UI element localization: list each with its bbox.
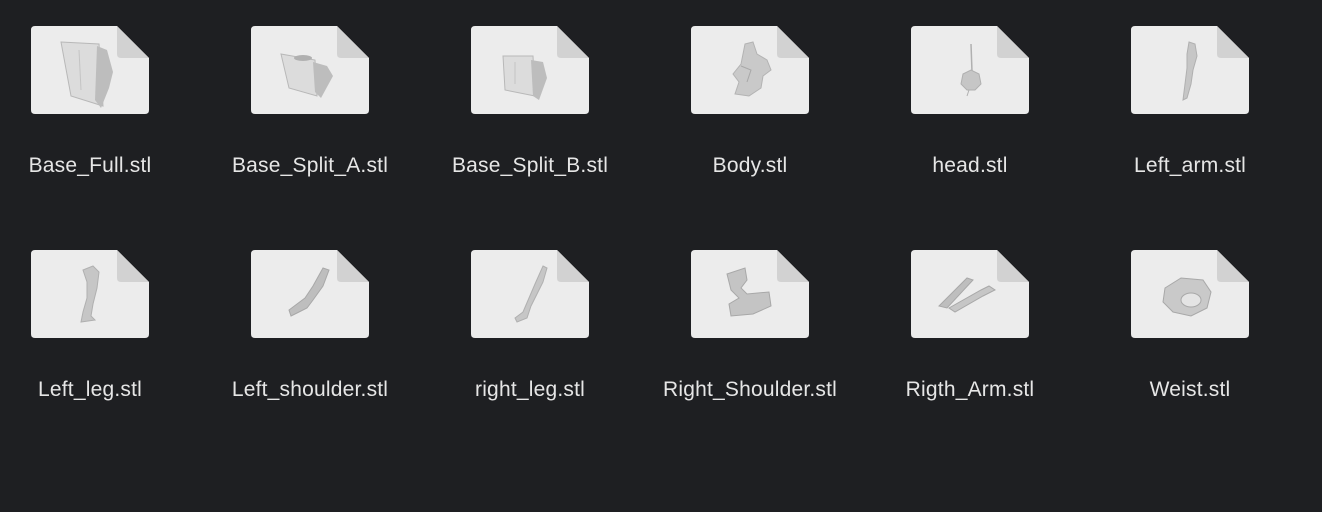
file-name: Body.stl	[712, 154, 788, 177]
file-item-right-shoulder[interactable]: Right_Shoulder.stl	[640, 250, 860, 450]
file-name: Right_Shoulder.stl	[662, 378, 838, 401]
file-item-base-split-b[interactable]: Base_Split_B.stl	[420, 26, 640, 226]
stl-file-icon	[471, 26, 589, 114]
file-item-base-split-a[interactable]: Base_Split_A.stl	[200, 26, 420, 226]
file-item-left-shoulder[interactable]: Left_shoulder.stl	[200, 250, 420, 450]
stl-file-icon	[31, 250, 149, 338]
file-name: Weist.stl	[1149, 378, 1231, 401]
file-name: Left_leg.stl	[38, 378, 142, 401]
stl-file-icon	[911, 26, 1029, 114]
stl-file-icon	[31, 26, 149, 114]
file-grid: Base_Full.stl Base_Split_A.stl Base_Spli	[0, 0, 1322, 512]
file-name: Left_arm.stl	[1133, 154, 1247, 177]
file-name: head.stl	[932, 154, 1008, 177]
file-item-left-leg[interactable]: Left_leg.stl	[0, 250, 200, 450]
file-name: Left_shoulder.stl	[231, 378, 389, 401]
file-item-body[interactable]: Body.stl	[640, 26, 860, 226]
stl-file-icon	[471, 250, 589, 338]
file-item-right-leg[interactable]: right_leg.stl	[420, 250, 640, 450]
file-name: right_leg.stl	[475, 378, 585, 401]
stl-file-icon	[251, 250, 369, 338]
file-item-weist[interactable]: Weist.stl	[1080, 250, 1300, 450]
stl-file-icon	[1131, 26, 1249, 114]
file-item-head[interactable]: head.stl	[860, 26, 1080, 226]
stl-file-icon	[1131, 250, 1249, 338]
stl-file-icon	[911, 250, 1029, 338]
stl-file-icon	[691, 250, 809, 338]
stl-file-icon	[691, 26, 809, 114]
file-item-base-full[interactable]: Base_Full.stl	[0, 26, 200, 226]
file-item-rigth-arm[interactable]: Rigth_Arm.stl	[860, 250, 1080, 450]
file-name: Base_Full.stl	[28, 154, 152, 177]
file-name: Base_Split_B.stl	[451, 154, 609, 177]
file-name: Base_Split_A.stl	[231, 154, 389, 177]
file-item-left-arm[interactable]: Left_arm.stl	[1080, 26, 1300, 226]
stl-file-icon	[251, 26, 369, 114]
file-name: Rigth_Arm.stl	[905, 378, 1035, 401]
